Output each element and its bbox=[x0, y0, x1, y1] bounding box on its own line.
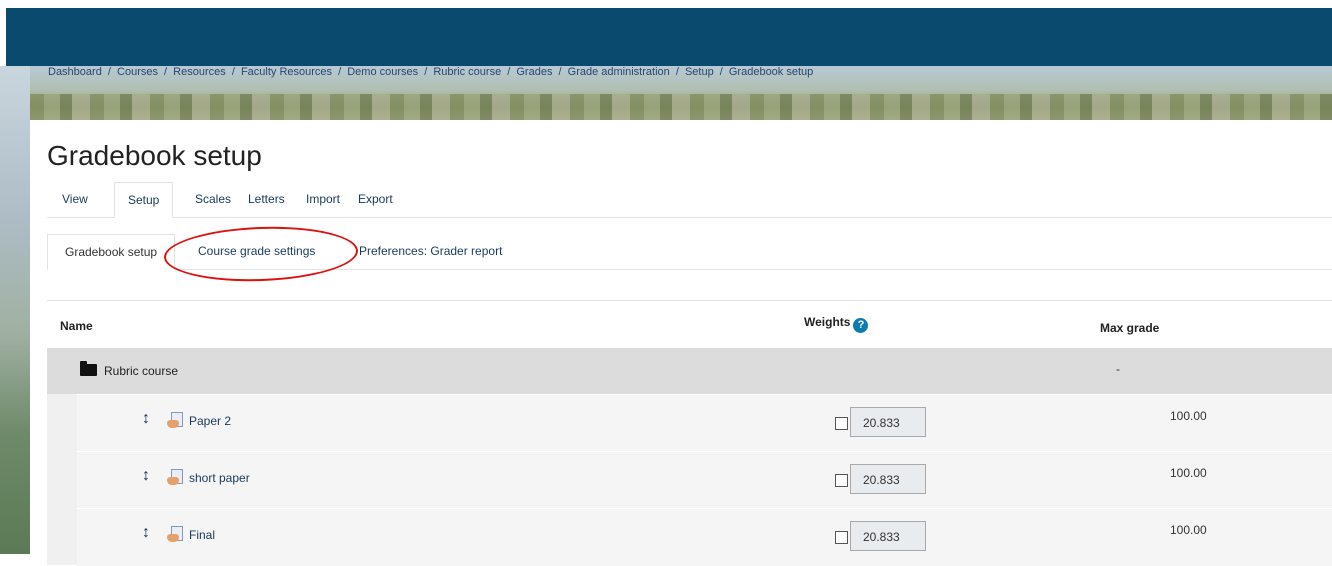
table-row: ↕ Final 20.833 100.00 bbox=[47, 508, 1332, 566]
assignment-icon bbox=[167, 412, 183, 429]
grade-item-name[interactable]: short paper bbox=[189, 471, 250, 485]
breadcrumb-separator: / bbox=[164, 66, 168, 78]
max-grade-value: 100.00 bbox=[1170, 409, 1207, 423]
weight-override-checkbox[interactable] bbox=[835, 474, 848, 487]
subtab-gradebook-setup[interactable]: Gradebook setup bbox=[47, 234, 176, 270]
highlight-annotation bbox=[163, 223, 359, 285]
breadcrumb: Dashboard / Courses / Resources / Facult… bbox=[48, 66, 816, 78]
help-icon[interactable]: ? bbox=[853, 318, 869, 333]
weight-input[interactable]: 20.833 bbox=[850, 464, 926, 494]
breadcrumb-faculty-resources[interactable]: Faculty Resources bbox=[241, 66, 332, 78]
max-grade-value: 100.00 bbox=[1170, 523, 1207, 537]
breadcrumb-separator: / bbox=[231, 66, 235, 78]
weight-input[interactable]: 20.833 bbox=[850, 407, 926, 437]
breadcrumb-rubric-course[interactable]: Rubric course bbox=[433, 66, 501, 78]
breadcrumb-separator: / bbox=[675, 66, 679, 78]
breadcrumb-demo-courses[interactable]: Demo courses bbox=[347, 66, 418, 78]
row-body: ↕ Final 20.833 100.00 bbox=[77, 508, 1332, 566]
course-banner: Dashboard / Courses / Resources / Facult… bbox=[30, 66, 1332, 120]
column-header-name: Name bbox=[60, 319, 93, 333]
assignment-icon bbox=[167, 469, 183, 486]
breadcrumb-separator: / bbox=[107, 66, 111, 78]
tab-export[interactable]: Export bbox=[358, 182, 393, 216]
weight-input[interactable]: 20.833 bbox=[850, 521, 926, 551]
folder-icon bbox=[80, 361, 97, 376]
breadcrumb-gradebook-setup: Gradebook setup bbox=[728, 66, 814, 78]
table-row: ↕ Paper 2 20.833 100.00 bbox=[47, 394, 1332, 452]
breadcrumb-separator: / bbox=[507, 66, 511, 78]
background-image-strip bbox=[0, 66, 30, 554]
primary-tabs: View Setup Scales Letters Import Export bbox=[47, 182, 1332, 218]
row-body: ↕ Paper 2 20.833 100.00 bbox=[77, 394, 1332, 452]
assignment-icon bbox=[167, 526, 183, 543]
breadcrumb-separator: / bbox=[424, 66, 428, 78]
breadcrumb-resources[interactable]: Resources bbox=[173, 66, 226, 78]
breadcrumb-separator: / bbox=[558, 66, 562, 78]
breadcrumb-grades[interactable]: Grades bbox=[516, 66, 552, 78]
weights-label: Weights bbox=[804, 315, 851, 329]
weight-override-checkbox[interactable] bbox=[835, 531, 848, 544]
banner-scenery bbox=[30, 94, 1332, 120]
grade-item-name[interactable]: Final bbox=[189, 528, 215, 542]
table-header: Name Weights? Max grade bbox=[47, 300, 1332, 348]
max-grade-value: 100.00 bbox=[1170, 466, 1207, 480]
subtab-preferences-grader-report[interactable]: Preferences: Grader report bbox=[359, 234, 502, 268]
breadcrumb-dashboard[interactable]: Dashboard bbox=[48, 66, 102, 78]
move-arrows-icon[interactable]: ↕ bbox=[142, 410, 150, 428]
breadcrumb-setup[interactable]: Setup bbox=[685, 66, 714, 78]
column-header-max-grade: Max grade bbox=[1100, 321, 1160, 335]
breadcrumb-separator: / bbox=[338, 66, 342, 78]
tab-setup[interactable]: Setup bbox=[114, 182, 174, 218]
site-header-bar bbox=[6, 8, 1332, 66]
move-arrows-icon[interactable]: ↕ bbox=[142, 524, 150, 542]
breadcrumb-grade-administration[interactable]: Grade administration bbox=[568, 66, 670, 78]
main-content: Gradebook setup View Setup Scales Letter… bbox=[30, 120, 1332, 566]
category-row: Rubric course - bbox=[47, 348, 1332, 394]
column-header-weights: Weights? bbox=[804, 315, 869, 333]
category-name: Rubric course bbox=[104, 364, 179, 378]
weight-override-checkbox[interactable] bbox=[835, 417, 848, 430]
move-arrows-icon[interactable]: ↕ bbox=[142, 467, 150, 485]
tab-letters[interactable]: Letters bbox=[248, 182, 285, 216]
breadcrumb-courses[interactable]: Courses bbox=[117, 66, 158, 78]
page-title: Gradebook setup bbox=[47, 140, 262, 171]
tab-view[interactable]: View bbox=[62, 182, 88, 216]
grade-item-name[interactable]: Paper 2 bbox=[189, 414, 231, 428]
tab-scales[interactable]: Scales bbox=[195, 182, 231, 216]
category-max-grade: - bbox=[1116, 362, 1120, 376]
row-body: ↕ short paper 20.833 100.00 bbox=[77, 451, 1332, 509]
breadcrumb-separator: / bbox=[719, 66, 723, 78]
tab-import[interactable]: Import bbox=[306, 182, 340, 216]
table-row: ↕ short paper 20.833 100.00 bbox=[47, 451, 1332, 509]
